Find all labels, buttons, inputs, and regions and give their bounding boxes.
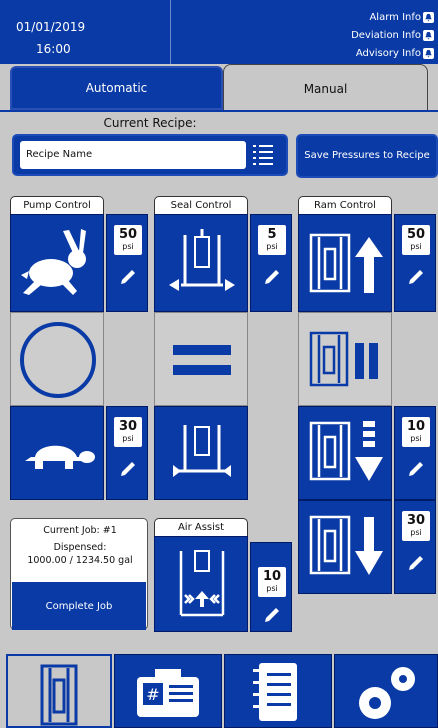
- ram-pause-icon: [309, 331, 378, 387]
- ram-control-title: Ram Control: [298, 196, 392, 214]
- ram-pause-button[interactable]: [298, 312, 392, 406]
- recipe-list-icon[interactable]: [252, 143, 274, 167]
- dispensed-label: Dispensed:: [53, 542, 107, 553]
- pencil-icon: [409, 462, 423, 476]
- pump-fast-pressure[interactable]: 50 psi: [106, 214, 148, 312]
- tab-underline: [0, 110, 438, 112]
- ram-down-slow-button[interactable]: [298, 406, 392, 500]
- pencil-icon: [265, 608, 279, 622]
- seal-retract-button[interactable]: [154, 406, 248, 500]
- seal-pressure[interactable]: 5 psi: [250, 214, 292, 312]
- time-display: 16:00: [36, 42, 71, 56]
- pump-slow-psi-value: 30: [118, 419, 138, 434]
- air-assist-button[interactable]: [154, 536, 248, 632]
- pump-fast-psi-value: 50: [118, 227, 138, 242]
- nav-settings[interactable]: [334, 654, 438, 728]
- current-job-label: Current Job: #1: [43, 525, 117, 536]
- seal-psi-value: 5: [267, 227, 277, 242]
- psi-unit: psi: [410, 242, 422, 251]
- pump-slow-pressure[interactable]: 30 psi: [106, 406, 148, 500]
- nav-pump-unit[interactable]: #: [114, 654, 222, 728]
- rabbit-icon: [21, 229, 86, 295]
- seal-expand-icon: [169, 229, 235, 291]
- ram-down2-psi-box: 30 psi: [402, 511, 430, 541]
- settings-gears-icon: [359, 667, 415, 719]
- ram-up-pressure[interactable]: 50 psi: [394, 214, 436, 312]
- air-assist-icon: [179, 550, 225, 617]
- tab-manual[interactable]: Manual: [223, 64, 428, 112]
- seal-control-title: Seal Control: [154, 196, 248, 214]
- psi-unit: psi: [266, 242, 278, 251]
- alarm-info-button[interactable]: Alarm Info: [369, 12, 434, 23]
- ram-down-slow-icon: [309, 421, 383, 481]
- complete-job-button[interactable]: Complete Job: [12, 582, 146, 630]
- ram-up-psi-box: 50 psi: [402, 225, 430, 255]
- alarm-info-label: Alarm Info: [369, 12, 421, 23]
- ram-down2-psi-value: 30: [406, 513, 426, 528]
- ram-up-button[interactable]: [298, 214, 392, 312]
- pencil-icon: [121, 462, 135, 476]
- alarm-bell-icon: [423, 12, 434, 23]
- nav-ram[interactable]: [6, 654, 112, 728]
- pencil-icon: [409, 270, 423, 284]
- ram-down-slow-pressure[interactable]: 10 psi: [394, 406, 436, 500]
- psi-unit: psi: [122, 242, 134, 251]
- equals-icon: [173, 345, 231, 375]
- pencil-icon: [121, 270, 135, 284]
- psi-unit: psi: [410, 434, 422, 443]
- pencil-icon: [409, 556, 423, 570]
- advisory-info-label: Advisory Info: [355, 48, 421, 59]
- save-pressures-button[interactable]: Save Pressures to Recipe: [296, 134, 438, 178]
- air-assist-pressure[interactable]: 10 psi: [250, 542, 292, 632]
- ram-up-psi-value: 50: [406, 227, 426, 242]
- seal-psi-box: 5 psi: [258, 225, 286, 255]
- ram-down-psi-box: 10 psi: [402, 417, 430, 447]
- advisory-info-button[interactable]: Advisory Info: [356, 48, 434, 59]
- date-display: 01/01/2019: [16, 20, 86, 34]
- psi-unit: psi: [266, 584, 278, 593]
- pump-stop-button[interactable]: [10, 312, 104, 406]
- ram-down-pressure[interactable]: 30 psi: [394, 500, 436, 594]
- seal-retract-icon: [173, 425, 231, 477]
- turtle-icon: [25, 445, 95, 469]
- notebook-icon: [253, 663, 297, 721]
- nav-notebook[interactable]: [224, 654, 332, 728]
- svg-text:#: #: [146, 685, 159, 704]
- ram-icon: [40, 664, 78, 726]
- deviation-info-button[interactable]: Deviation Info: [351, 30, 434, 41]
- pump-slow-psi-box: 30 psi: [114, 417, 142, 447]
- air-psi-value: 10: [262, 569, 282, 584]
- dispensed-value: 1000.00 / 1234.50 gal: [27, 555, 133, 566]
- ram-down-icon: [309, 515, 383, 575]
- advisory-bell-icon: [423, 48, 434, 59]
- air-assist-title: Air Assist: [154, 518, 248, 536]
- tab-automatic[interactable]: Automatic: [10, 66, 223, 110]
- ram-up-icon: [309, 233, 383, 293]
- circle-stop-icon: [20, 322, 96, 398]
- seal-expand-button[interactable]: [154, 214, 248, 312]
- header-divider: [170, 0, 171, 64]
- psi-unit: psi: [122, 434, 134, 443]
- pump-unit-icon: #: [137, 669, 199, 717]
- current-recipe-label: Current Recipe:: [103, 116, 197, 130]
- deviation-info-label: Deviation Info: [351, 30, 421, 41]
- pump-slow-button[interactable]: [10, 406, 104, 500]
- air-psi-box: 10 psi: [258, 567, 286, 597]
- ram-down-button[interactable]: [298, 500, 392, 594]
- pump-control-title: Pump Control: [10, 196, 104, 214]
- pump-fast-button[interactable]: [10, 214, 104, 312]
- psi-unit: psi: [410, 528, 422, 537]
- seal-hold-button[interactable]: [154, 312, 248, 406]
- pencil-icon: [265, 270, 279, 284]
- deviation-bell-icon: [423, 30, 434, 41]
- ram-down-psi-value: 10: [406, 419, 426, 434]
- recipe-name-field[interactable]: Recipe Name: [20, 141, 246, 169]
- pump-fast-psi-box: 50 psi: [114, 225, 142, 255]
